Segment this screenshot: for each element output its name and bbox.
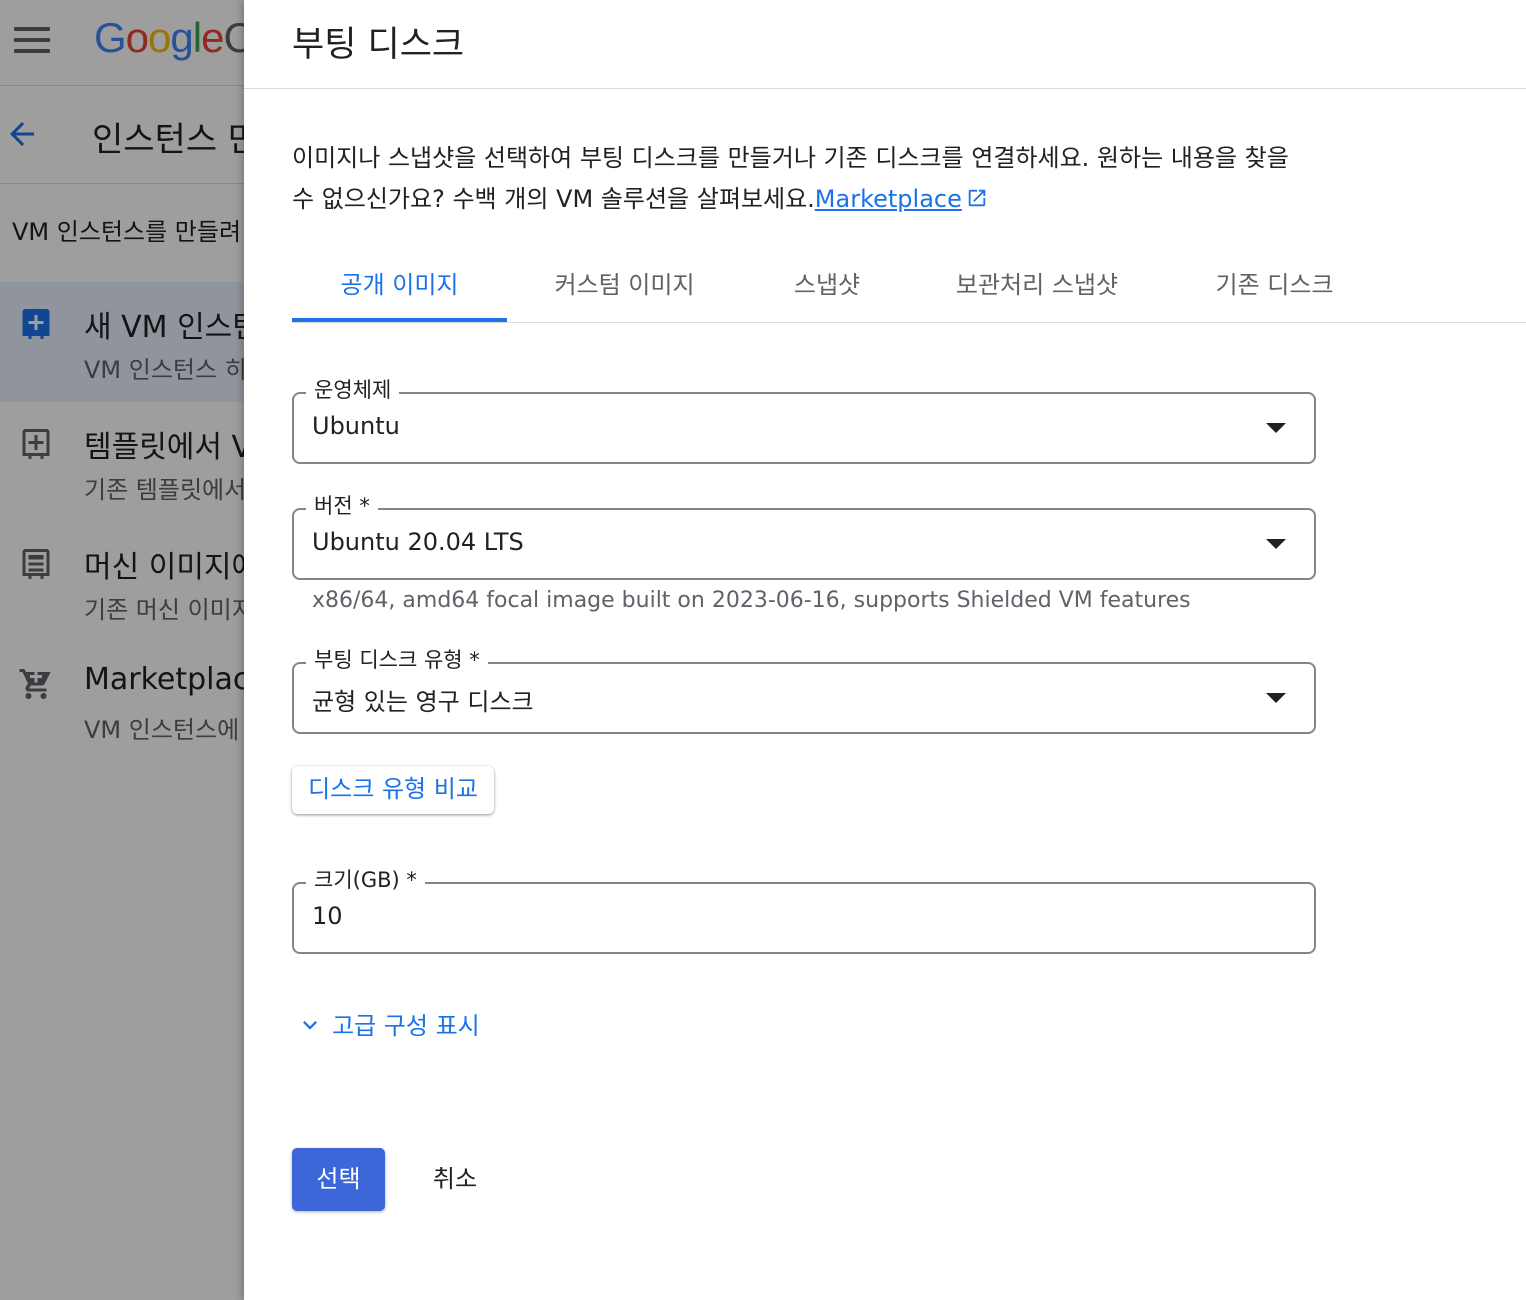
dropdown-arrow-icon <box>1266 693 1286 703</box>
tab-custom-images[interactable]: 커스텀 이미지 <box>527 250 722 322</box>
field-label: 버전 * <box>306 490 378 520</box>
intro-description: 이미지나 스냅샷을 선택하여 부팅 디스크를 만들거나 기존 디스크를 연결하세… <box>292 144 1289 213</box>
tab-existing-disks[interactable]: 기존 디스크 <box>1172 250 1377 322</box>
field-value: 균형 있는 영구 디스크 <box>312 688 534 716</box>
field-value: Ubuntu <box>312 412 400 440</box>
advanced-toggle-label: 고급 구성 표시 <box>332 1012 480 1040</box>
boot-disk-type-select[interactable]: 부팅 디스크 유형 * 균형 있는 영구 디스크 <box>292 644 1316 734</box>
boot-disk-drawer: 부팅 디스크 이미지나 스냅샷을 선택하여 부팅 디스크를 만들거나 기존 디스… <box>244 0 1526 1300</box>
dropdown-arrow-icon <box>1266 423 1286 433</box>
compare-disk-types-button[interactable]: 디스크 유형 비교 <box>292 766 494 814</box>
show-advanced-config-toggle[interactable]: 고급 구성 표시 <box>296 1006 480 1046</box>
drawer-divider <box>244 88 1526 89</box>
field-value[interactable]: 10 <box>312 902 343 930</box>
version-hint: x86/64, amd64 focal image built on 2023-… <box>312 588 1191 613</box>
open-in-new-icon[interactable] <box>966 187 988 209</box>
field-value: Ubuntu 20.04 LTS <box>312 528 524 556</box>
tab-archive-snapshots[interactable]: 보관처리 스냅샷 <box>932 250 1142 322</box>
tab-public-images[interactable]: 공개 이미지 <box>292 250 507 322</box>
drawer-title: 부팅 디스크 <box>292 25 465 65</box>
chevron-down-icon <box>303 1021 317 1030</box>
select-button[interactable]: 선택 <box>292 1148 385 1211</box>
cancel-button[interactable]: 취소 <box>412 1148 498 1211</box>
dropdown-arrow-icon <box>1266 539 1286 549</box>
size-gb-input[interactable]: 크기(GB) * 10 <box>292 864 1316 954</box>
version-select[interactable]: 버전 * Ubuntu 20.04 LTS <box>292 490 1316 580</box>
field-label: 운영체제 <box>306 374 400 404</box>
operating-system-select[interactable]: 운영체제 Ubuntu <box>292 374 1316 464</box>
image-source-tabs: 공개 이미지 커스텀 이미지 스냅샷 보관처리 스냅샷 기존 디스크 <box>292 250 1526 323</box>
marketplace-link[interactable]: Marketplace <box>815 185 962 213</box>
field-label: 부팅 디스크 유형 * <box>306 644 488 674</box>
intro-text: 이미지나 스냅샷을 선택하여 부팅 디스크를 만들거나 기존 디스크를 연결하세… <box>292 138 1312 220</box>
tab-snapshots[interactable]: 스냅샷 <box>752 250 902 322</box>
field-label: 크기(GB) * <box>306 864 425 894</box>
